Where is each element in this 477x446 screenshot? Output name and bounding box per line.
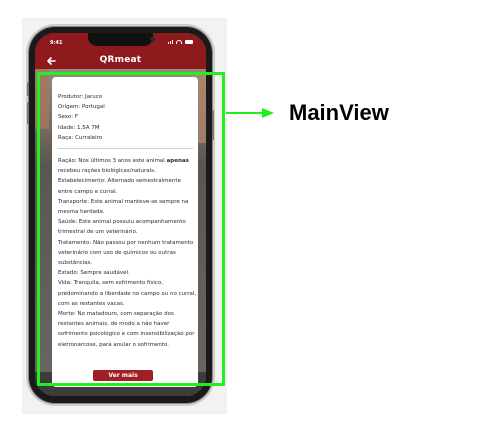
app-title: QRmeat xyxy=(99,55,142,65)
status-time: 9:41 xyxy=(50,40,63,46)
wifi-icon xyxy=(176,40,182,44)
arrow-right-icon xyxy=(262,108,274,118)
signal-icon xyxy=(168,40,173,44)
camera-icon xyxy=(150,37,155,42)
annotation-label: MainView xyxy=(289,100,389,125)
notch xyxy=(88,33,155,46)
stage: 9:41 QRmeat Produtor: Jaruco Origem: Por… xyxy=(0,0,477,446)
annotation-arrow-line xyxy=(226,112,264,114)
app-bar: QRmeat xyxy=(35,53,206,69)
battery-icon xyxy=(185,40,193,44)
main-view-highlight xyxy=(37,72,225,386)
phone-side-button xyxy=(27,102,29,124)
phone-side-button xyxy=(27,82,29,96)
status-icons xyxy=(168,40,193,44)
status-bar: 9:41 xyxy=(35,33,206,53)
